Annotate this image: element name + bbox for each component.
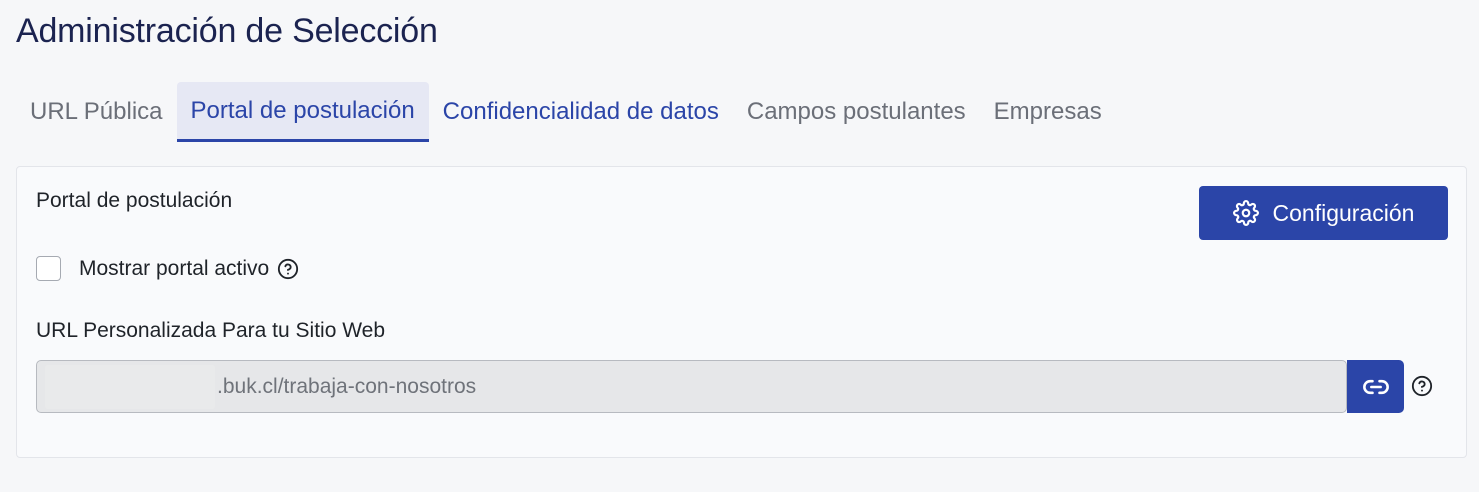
- subdomain-placeholder: [45, 364, 215, 409]
- tab-url-publica[interactable]: URL Pública: [16, 82, 177, 142]
- link-icon: [1362, 373, 1390, 401]
- configuration-button-label: Configuración: [1272, 199, 1415, 226]
- gear-icon: [1232, 200, 1259, 226]
- tab-empresas[interactable]: Empresas: [980, 82, 1116, 142]
- tab-campos-postulantes[interactable]: Campos postulantes: [733, 82, 980, 142]
- custom-url-field[interactable]: .buk.cl/trabaja-con-nosotros: [36, 360, 1347, 413]
- question-circle-icon[interactable]: [1411, 375, 1433, 397]
- page-title: Administración de Selección: [16, 12, 438, 50]
- portal-card: Portal de postulación Configuración Most…: [16, 166, 1467, 458]
- copy-link-button[interactable]: [1347, 360, 1404, 413]
- url-suffix: .buk.cl/trabaja-con-nosotros: [217, 374, 477, 398]
- url-section-label: URL Personalizada Para tu Sitio Web: [36, 319, 386, 342]
- tab-portal-de-postulacion[interactable]: Portal de postulación: [176, 82, 429, 142]
- show-portal-row: Mostrar portal activo: [36, 256, 299, 281]
- tab-bar: URL Pública Portal de postulación Confid…: [16, 82, 1116, 142]
- question-circle-icon[interactable]: [277, 258, 299, 280]
- configuration-button[interactable]: Configuración: [1199, 186, 1448, 240]
- show-portal-checkbox[interactable]: [36, 256, 61, 281]
- show-portal-label: Mostrar portal activo: [79, 256, 270, 280]
- card-title: Portal de postulación: [36, 189, 233, 212]
- tab-confidencialidad-de-datos[interactable]: Confidencialidad de datos: [429, 82, 733, 142]
